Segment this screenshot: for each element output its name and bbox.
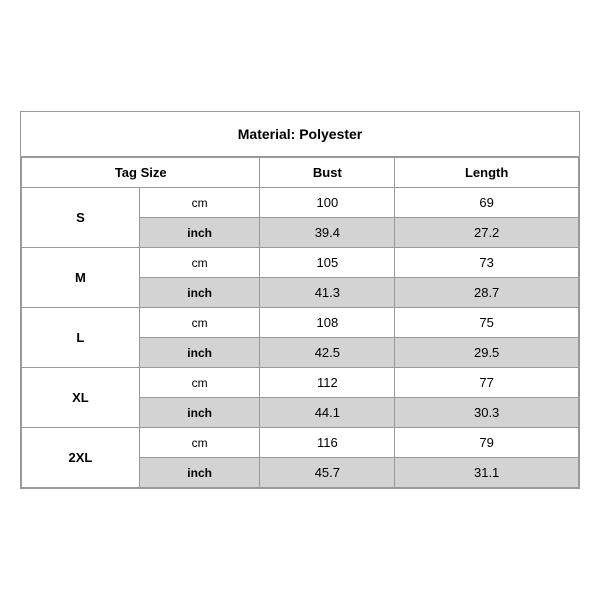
size-label: 2XL	[22, 428, 140, 488]
bust-inch: 44.1	[260, 398, 395, 428]
length-cm: 75	[395, 308, 579, 338]
size-label: M	[22, 248, 140, 308]
unit-inch: inch	[139, 458, 260, 488]
length-cm: 73	[395, 248, 579, 278]
length-cm: 79	[395, 428, 579, 458]
bust-cm: 108	[260, 308, 395, 338]
table-row: 2XLcm11679	[22, 428, 579, 458]
length-inch: 30.3	[395, 398, 579, 428]
table-row: Mcm10573	[22, 248, 579, 278]
length-cm: 69	[395, 188, 579, 218]
chart-title: Material: Polyester	[21, 112, 579, 157]
bust-inch: 39.4	[260, 218, 395, 248]
length-inch: 28.7	[395, 278, 579, 308]
bust-header: Bust	[260, 158, 395, 188]
unit-cm: cm	[139, 248, 260, 278]
length-cm: 77	[395, 368, 579, 398]
size-table: Tag Size Bust Length Scm10069inch39.427.…	[21, 157, 579, 488]
tag-size-header: Tag Size	[22, 158, 260, 188]
size-label: L	[22, 308, 140, 368]
bust-inch: 41.3	[260, 278, 395, 308]
size-label: XL	[22, 368, 140, 428]
unit-cm: cm	[139, 368, 260, 398]
unit-inch: inch	[139, 338, 260, 368]
bust-cm: 112	[260, 368, 395, 398]
bust-inch: 42.5	[260, 338, 395, 368]
table-row: XLcm11277	[22, 368, 579, 398]
unit-inch: inch	[139, 278, 260, 308]
length-inch: 27.2	[395, 218, 579, 248]
table-row: Scm10069	[22, 188, 579, 218]
size-chart-container: Material: Polyester Tag Size Bust Length…	[20, 111, 580, 489]
unit-inch: inch	[139, 398, 260, 428]
length-inch: 29.5	[395, 338, 579, 368]
length-header: Length	[395, 158, 579, 188]
bust-cm: 105	[260, 248, 395, 278]
bust-inch: 45.7	[260, 458, 395, 488]
bust-cm: 100	[260, 188, 395, 218]
bust-cm: 116	[260, 428, 395, 458]
unit-cm: cm	[139, 308, 260, 338]
table-row: Lcm10875	[22, 308, 579, 338]
unit-cm: cm	[139, 188, 260, 218]
unit-cm: cm	[139, 428, 260, 458]
length-inch: 31.1	[395, 458, 579, 488]
unit-inch: inch	[139, 218, 260, 248]
size-label: S	[22, 188, 140, 248]
